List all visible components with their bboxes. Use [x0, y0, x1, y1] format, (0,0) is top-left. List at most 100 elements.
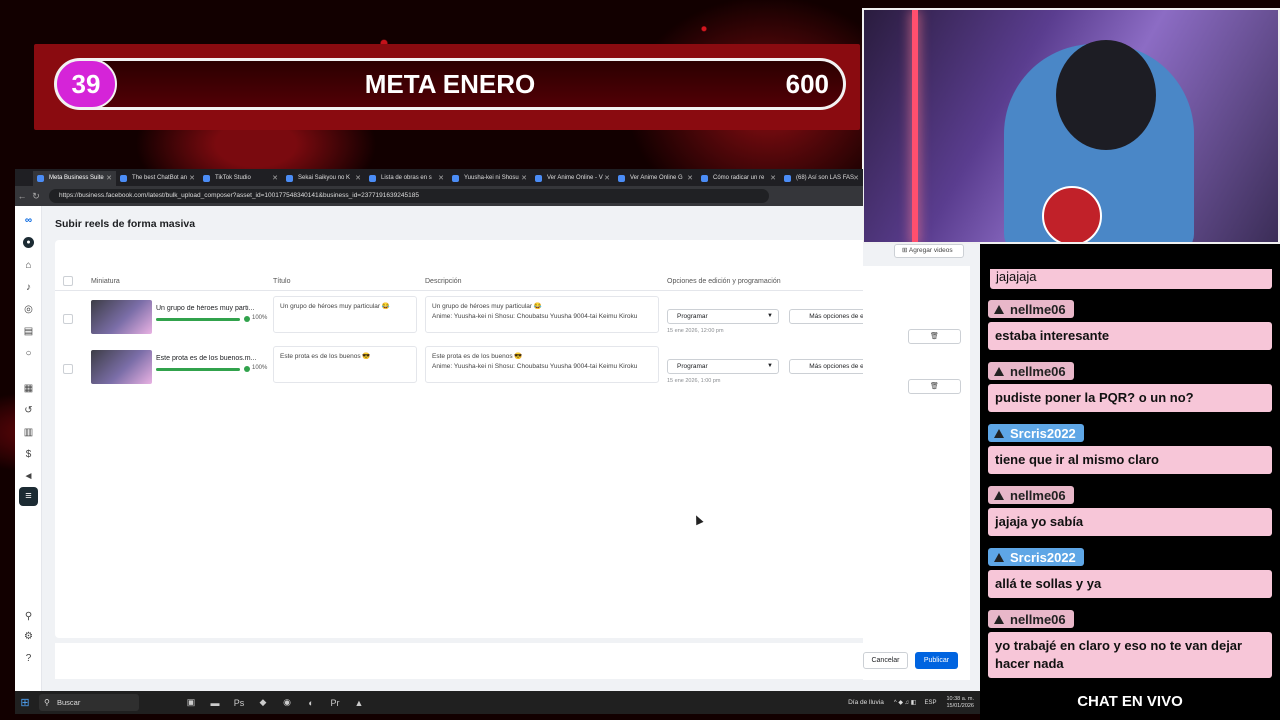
bell-icon[interactable]: ♪: [23, 282, 34, 293]
task-view-icon[interactable]: ▣: [179, 697, 203, 708]
upload-percent: 100%: [252, 365, 268, 371]
goal-title: META ENERO: [364, 69, 536, 99]
video-thumbnail[interactable]: [91, 300, 152, 334]
chart-icon[interactable]: ▥: [23, 427, 34, 438]
chat-message-text: allá te sollas y ya: [988, 569, 1272, 598]
avatar[interactable]: ●: [23, 237, 34, 248]
goal-target: 600: [785, 69, 829, 99]
schedule-select[interactable]: Programar ▼: [667, 309, 779, 324]
column-header-options: Opciones de edición y programación: [667, 278, 781, 285]
edge-icon[interactable]: ◐: [299, 698, 323, 708]
channel-logo: [1042, 186, 1102, 242]
user-badge-icon: [994, 552, 1004, 562]
browser-window: Meta Business Suite ✕ The best ChatBot an ✕…: [15, 169, 863, 691]
title-field[interactable]: Este prota es de los buenos 😎: [273, 346, 417, 383]
address-bar-row: ← ↻ https://business.facebook.com/latest…: [15, 186, 863, 206]
close-icon[interactable]: ✕: [272, 171, 278, 186]
video-thumbnail[interactable]: [91, 350, 152, 384]
chat-footer-label: CHAT EN VIVO: [1077, 693, 1183, 710]
goal-progress-bar: 39 META ENERO 600: [54, 58, 846, 110]
system-tray-icons[interactable]: ^ ◆ ♫ ◧: [890, 699, 921, 706]
chat-message-text: pudiste poner la PQR? o un no?: [988, 383, 1272, 412]
browser-tab[interactable]: Meta Business Suite ✕: [33, 171, 116, 186]
row-checkbox[interactable]: [63, 314, 73, 324]
megaphone-icon[interactable]: ◄: [23, 471, 34, 482]
search-icon[interactable]: ⚲: [23, 611, 34, 622]
reload-icon[interactable]: ↻: [29, 191, 43, 202]
gear-icon[interactable]: ⚙: [23, 631, 34, 642]
back-icon[interactable]: ←: [15, 191, 29, 201]
browser-tab[interactable]: Cómo radicar un re ✕: [697, 171, 780, 186]
chrome-icon[interactable]: ◉: [275, 697, 299, 708]
premiere-icon[interactable]: Pr: [323, 698, 347, 708]
close-icon[interactable]: ✕: [770, 171, 776, 186]
windows-start-icon[interactable]: ⊞: [15, 696, 35, 709]
user-badge-icon: [994, 614, 1004, 624]
schedule-select[interactable]: Programar ▼: [667, 359, 779, 374]
close-icon[interactable]: ✕: [687, 171, 693, 186]
more-edit-options-button[interactable]: Más opciones de edición: [789, 309, 863, 324]
delete-row-2-button[interactable]: 🗑: [908, 379, 961, 394]
cancel-button[interactable]: Cancelar: [863, 652, 908, 669]
close-icon[interactable]: ✕: [853, 171, 859, 186]
circle-icon[interactable]: ○: [23, 348, 34, 359]
help-icon[interactable]: ?: [23, 653, 34, 664]
close-icon[interactable]: ✕: [521, 171, 527, 186]
language-indicator[interactable]: ESP: [920, 700, 940, 706]
meta-logo-icon[interactable]: ∞: [23, 215, 34, 226]
close-icon[interactable]: ✕: [604, 171, 610, 186]
user-badge-icon: [994, 490, 1004, 500]
caret-down-icon: ▼: [767, 363, 773, 369]
refresh-icon[interactable]: ↺: [23, 405, 34, 416]
user-badge-icon: [994, 366, 1004, 376]
browser-tab[interactable]: Sekai Saikyou no K ✕: [282, 171, 365, 186]
live-chat: jajajaja nellme06 estaba interesante nellm…: [980, 244, 1280, 720]
chat-message-text: jajajaja: [990, 269, 1272, 289]
photoshop-icon[interactable]: Ps: [227, 698, 251, 708]
close-icon[interactable]: ✕: [438, 171, 444, 186]
chat-message: nellme06 pudiste poner la PQR? o un no?: [988, 362, 1272, 412]
money-icon[interactable]: $: [23, 449, 34, 460]
calendar-icon[interactable]: ▦: [23, 383, 34, 394]
favicon-icon: [618, 175, 625, 182]
description-field[interactable]: Este prota es de los buenos 😎 Anime: Yuu…: [425, 346, 659, 383]
layers-icon[interactable]: ▤: [23, 326, 34, 337]
close-icon[interactable]: ✕: [355, 171, 361, 186]
chat-message-text: estaba interesante: [988, 321, 1272, 350]
vlc-icon[interactable]: ▲: [347, 698, 371, 708]
menu-icon[interactable]: ≡: [19, 487, 38, 506]
browser-tab[interactable]: Ver Anime Online G ✕: [614, 171, 697, 186]
home-icon[interactable]: ⌂: [23, 260, 34, 271]
file-name: Un grupo de héroes muy parti...: [156, 305, 255, 312]
file-name: Este prota es de los buenos.m...: [156, 355, 257, 362]
file-explorer-icon[interactable]: ▬: [203, 698, 227, 708]
browser-tab[interactable]: (68) Así son LAS FAS ✕: [780, 171, 863, 186]
taskbar-search[interactable]: ⚲ Buscar: [39, 694, 139, 711]
browser-tab[interactable]: The best ChatBot an ✕: [116, 171, 199, 186]
clock[interactable]: 10:38 a. m. 15/01/2026: [940, 696, 980, 710]
more-edit-options-button[interactable]: Más opciones de edición: [789, 359, 863, 374]
add-videos-button[interactable]: ⊞ Agregar videos: [894, 244, 964, 258]
row-checkbox[interactable]: [63, 364, 73, 374]
description-field[interactable]: Un grupo de héroes muy particular 😂 Anim…: [425, 296, 659, 333]
weather-widget[interactable]: Día de lluvia: [848, 699, 890, 706]
browser-tab[interactable]: Yuusha-kei ni Shosu ✕: [448, 171, 531, 186]
browser-tab[interactable]: Ver Anime Online - V ✕: [531, 171, 614, 186]
publish-button[interactable]: Publicar: [915, 652, 958, 669]
browser-tab[interactable]: TikTok Studio ✕: [199, 171, 282, 186]
close-icon[interactable]: ✕: [189, 171, 195, 186]
action-footer: [55, 643, 863, 679]
close-icon[interactable]: ✕: [106, 171, 112, 186]
search-icon: ⚲: [44, 698, 50, 707]
header-divider: [55, 290, 863, 291]
compass-icon[interactable]: ◎: [23, 304, 34, 315]
url-field[interactable]: https://business.facebook.com/latest/bul…: [49, 189, 769, 203]
column-header-description: Descripción: [425, 278, 462, 285]
favicon-icon: [535, 175, 542, 182]
browser-tab[interactable]: Lista de obras en s ✕: [365, 171, 448, 186]
app-icon[interactable]: ◆: [251, 697, 275, 708]
title-field[interactable]: Un grupo de héroes muy particular 😂: [273, 296, 417, 333]
select-all-checkbox[interactable]: [63, 276, 73, 286]
delete-row-1-button[interactable]: 🗑: [908, 329, 961, 344]
favicon-icon: [452, 175, 459, 182]
